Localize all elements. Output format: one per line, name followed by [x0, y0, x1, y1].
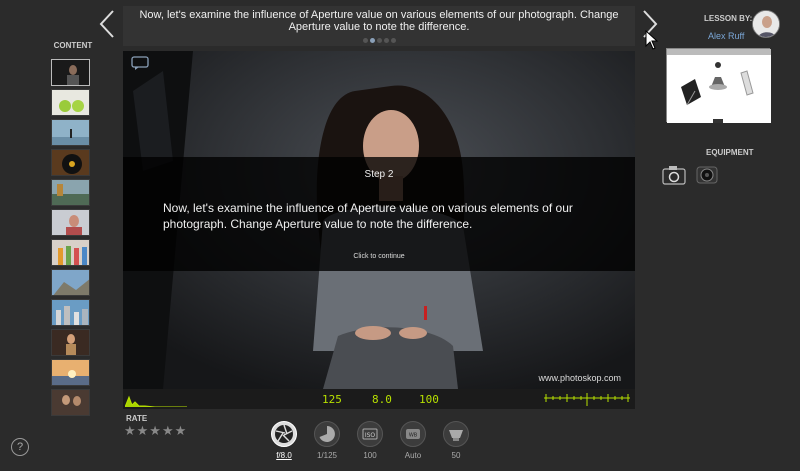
thumbnail-list: [51, 59, 92, 419]
thumbnail-vinyl[interactable]: [51, 149, 90, 176]
iso-control[interactable]: ISO 100: [355, 421, 385, 460]
step-description: Now, let's examine the influence of Aper…: [163, 201, 573, 231]
exposure-meter-bar: 125 8.0 100: [123, 389, 635, 409]
help-button[interactable]: ?: [11, 438, 29, 456]
step-dot[interactable]: [390, 38, 396, 43]
lens-icon[interactable]: [695, 163, 719, 185]
thumbnail-city[interactable]: [51, 299, 90, 326]
equipment-label: EQUIPMENT: [706, 148, 754, 157]
thumbnail-sea-figure[interactable]: [51, 119, 90, 146]
chat-icon[interactable]: [131, 56, 149, 70]
svg-text:ISO: ISO: [365, 432, 376, 439]
focal-length-control[interactable]: 50: [441, 421, 471, 460]
shutter-speed-control[interactable]: 1/125: [312, 421, 342, 460]
white-balance-icon[interactable]: WB: [400, 421, 426, 447]
prev-button[interactable]: [96, 9, 120, 39]
iso-icon[interactable]: ISO: [357, 421, 383, 447]
white-balance-control[interactable]: WB Auto: [398, 421, 428, 460]
thumbnail-dancer[interactable]: [51, 329, 90, 356]
camera-icon[interactable]: [662, 165, 686, 185]
thumbnail-bottles[interactable]: [51, 239, 90, 266]
white-balance-value-label: Auto: [404, 451, 422, 460]
instruction-bar: Now, let's examine the influence of Aper…: [123, 6, 635, 46]
step-dots[interactable]: [123, 38, 635, 43]
thumbnail-couple[interactable]: [51, 389, 90, 416]
meter-iso-value: 100: [419, 393, 439, 406]
shutter-speed-icon[interactable]: [314, 421, 340, 447]
photo-stage[interactable]: Step 2 Now, let's examine the influence …: [123, 51, 635, 389]
step-dot[interactable]: [376, 38, 382, 43]
iso-value-label: 100: [363, 451, 377, 460]
rating-stars[interactable]: ★★★★★: [124, 423, 187, 439]
author-avatar[interactable]: [752, 10, 780, 38]
thumbnail-portrait[interactable]: [51, 59, 90, 86]
watermark: www.photoskop.com: [538, 373, 621, 383]
aperture-value-label: f/8.0: [276, 451, 292, 460]
rate-label: RATE: [126, 414, 148, 423]
step-dot-active[interactable]: [369, 38, 375, 43]
chevron-left-icon: [99, 10, 114, 38]
thumbnail-hills[interactable]: [51, 269, 90, 296]
step-overlay[interactable]: Step 2 Now, let's examine the influence …: [123, 157, 635, 271]
author-link[interactable]: Alex Ruff: [708, 31, 744, 41]
svg-text:WB: WB: [409, 433, 418, 439]
step-title: Step 2: [364, 169, 394, 180]
thumbnail-sunset[interactable]: [51, 359, 90, 386]
meter-shutter-value: 125: [322, 393, 342, 406]
exposure-scale-icon: [544, 393, 630, 406]
instruction-text: Now, let's examine the influence of Aper…: [139, 9, 619, 33]
aperture-icon[interactable]: [271, 421, 297, 447]
focal-length-icon[interactable]: [443, 421, 469, 447]
focal-length-value-label: 50: [451, 451, 461, 460]
step-dot[interactable]: [362, 38, 368, 43]
mouse-cursor-icon: [645, 30, 659, 50]
lesson-by-label: LESSON BY:: [704, 14, 753, 23]
histogram-icon: [125, 395, 187, 407]
content-label: CONTENT: [53, 41, 93, 50]
studio-setup-diagram[interactable]: [666, 48, 771, 123]
aperture-control[interactable]: f/8.0: [269, 421, 299, 460]
meter-aperture-value: 8.0: [372, 393, 392, 406]
thumbnail-apples[interactable]: [51, 89, 90, 116]
step-dot[interactable]: [383, 38, 389, 43]
thumbnail-woman[interactable]: [51, 209, 90, 236]
thumbnail-lake[interactable]: [51, 179, 90, 206]
click-to-continue[interactable]: Click to continue: [123, 253, 635, 260]
shutter-speed-value-label: 1/125: [316, 451, 338, 460]
